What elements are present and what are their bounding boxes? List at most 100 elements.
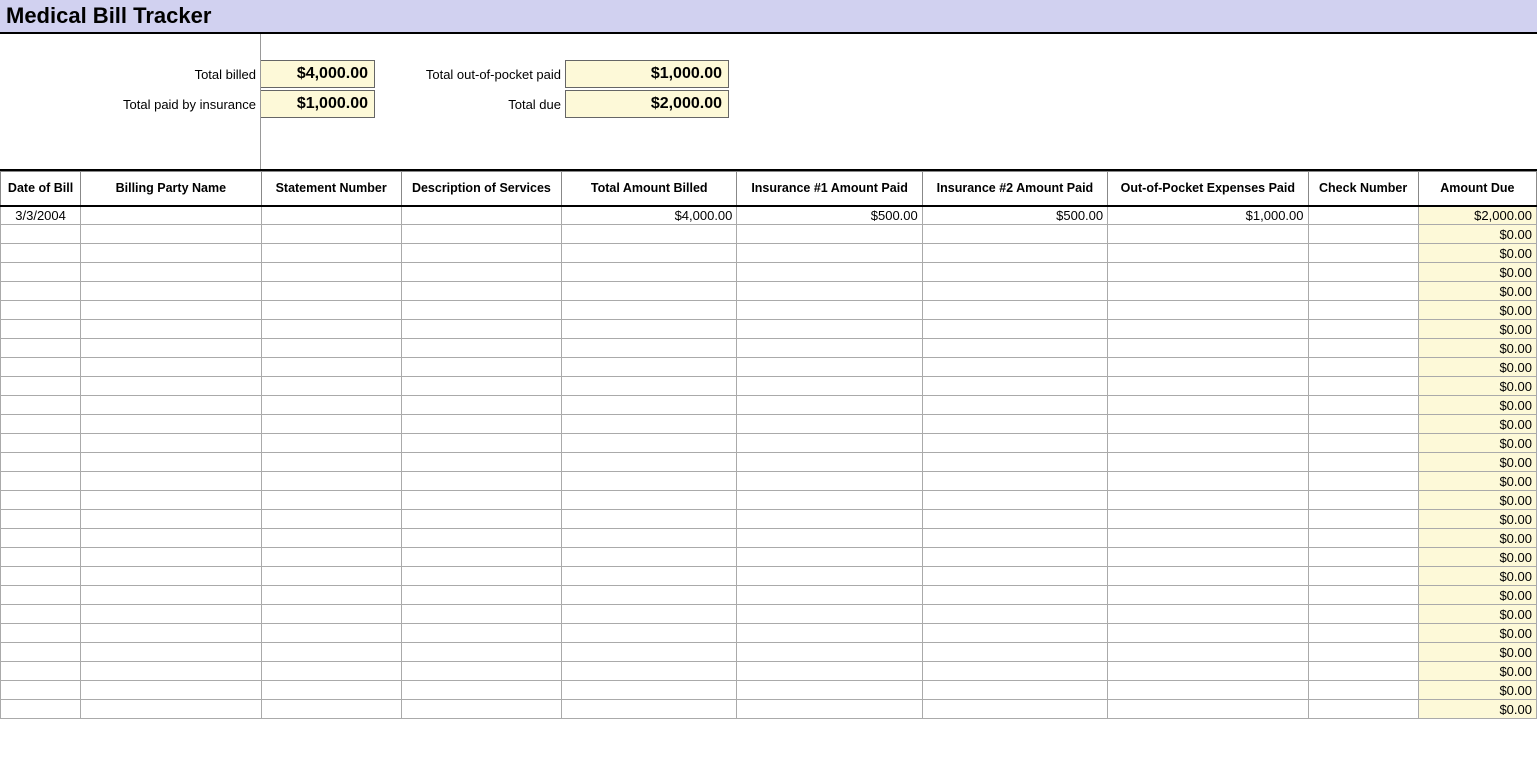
cell-ins2[interactable] (922, 605, 1107, 624)
cell-check[interactable] (1308, 206, 1418, 225)
cell-oop[interactable] (1108, 415, 1308, 434)
cell-billed[interactable] (562, 263, 737, 282)
cell-date[interactable] (1, 567, 81, 586)
cell-date[interactable] (1, 244, 81, 263)
cell-oop[interactable] (1108, 225, 1308, 244)
cell-description[interactable] (401, 225, 561, 244)
cell-description[interactable] (401, 681, 561, 700)
cell-date[interactable] (1, 301, 81, 320)
cell-ins1[interactable] (737, 282, 922, 301)
cell-ins1[interactable] (737, 700, 922, 719)
cell-date[interactable] (1, 472, 81, 491)
cell-due[interactable]: $0.00 (1418, 339, 1536, 358)
cell-oop[interactable] (1108, 643, 1308, 662)
cell-oop[interactable] (1108, 263, 1308, 282)
cell-check[interactable] (1308, 339, 1418, 358)
cell-statement[interactable] (261, 624, 401, 643)
cell-billed[interactable] (562, 358, 737, 377)
cell-check[interactable] (1308, 662, 1418, 681)
cell-party[interactable] (81, 700, 261, 719)
header-check[interactable]: Check Number (1308, 172, 1418, 206)
cell-ins1[interactable] (737, 681, 922, 700)
cell-ins2[interactable] (922, 377, 1107, 396)
cell-due[interactable]: $0.00 (1418, 377, 1536, 396)
cell-statement[interactable] (261, 491, 401, 510)
cell-billed[interactable] (562, 491, 737, 510)
cell-date[interactable] (1, 662, 81, 681)
cell-oop[interactable] (1108, 301, 1308, 320)
cell-party[interactable] (81, 301, 261, 320)
cell-check[interactable] (1308, 377, 1418, 396)
cell-check[interactable] (1308, 529, 1418, 548)
cell-due[interactable]: $0.00 (1418, 624, 1536, 643)
header-statement[interactable]: Statement Number (261, 172, 401, 206)
cell-ins2[interactable] (922, 415, 1107, 434)
header-due[interactable]: Amount Due (1418, 172, 1536, 206)
cell-description[interactable] (401, 491, 561, 510)
cell-ins1[interactable] (737, 301, 922, 320)
cell-check[interactable] (1308, 548, 1418, 567)
cell-due[interactable]: $0.00 (1418, 681, 1536, 700)
cell-ins2[interactable] (922, 529, 1107, 548)
cell-ins1[interactable] (737, 510, 922, 529)
cell-due[interactable]: $0.00 (1418, 491, 1536, 510)
cell-ins2[interactable] (922, 225, 1107, 244)
cell-check[interactable] (1308, 605, 1418, 624)
cell-ins1[interactable] (737, 263, 922, 282)
cell-check[interactable] (1308, 396, 1418, 415)
cell-due[interactable]: $0.00 (1418, 700, 1536, 719)
cell-description[interactable] (401, 339, 561, 358)
cell-description[interactable] (401, 301, 561, 320)
header-oop[interactable]: Out-of-Pocket Expenses Paid (1108, 172, 1308, 206)
cell-statement[interactable] (261, 567, 401, 586)
cell-description[interactable] (401, 244, 561, 263)
cell-ins2[interactable] (922, 358, 1107, 377)
cell-statement[interactable] (261, 358, 401, 377)
cell-check[interactable] (1308, 643, 1418, 662)
cell-party[interactable] (81, 320, 261, 339)
cell-party[interactable] (81, 586, 261, 605)
cell-ins2[interactable] (922, 320, 1107, 339)
cell-party[interactable] (81, 377, 261, 396)
cell-party[interactable] (81, 624, 261, 643)
cell-oop[interactable] (1108, 453, 1308, 472)
cell-description[interactable] (401, 396, 561, 415)
cell-billed[interactable] (562, 548, 737, 567)
cell-billed[interactable] (562, 434, 737, 453)
cell-due[interactable]: $0.00 (1418, 244, 1536, 263)
cell-check[interactable] (1308, 491, 1418, 510)
cell-statement[interactable] (261, 339, 401, 358)
cell-billed[interactable] (562, 453, 737, 472)
cell-description[interactable] (401, 358, 561, 377)
cell-party[interactable] (81, 263, 261, 282)
cell-date[interactable] (1, 415, 81, 434)
cell-ins1[interactable] (737, 339, 922, 358)
cell-description[interactable] (401, 529, 561, 548)
cell-oop[interactable] (1108, 548, 1308, 567)
cell-due[interactable]: $0.00 (1418, 567, 1536, 586)
cell-ins1[interactable] (737, 244, 922, 263)
cell-ins2[interactable] (922, 643, 1107, 662)
cell-description[interactable] (401, 263, 561, 282)
cell-party[interactable] (81, 339, 261, 358)
cell-due[interactable]: $0.00 (1418, 586, 1536, 605)
cell-oop[interactable] (1108, 339, 1308, 358)
cell-statement[interactable] (261, 282, 401, 301)
cell-billed[interactable] (562, 396, 737, 415)
cell-ins1[interactable] (737, 548, 922, 567)
paid-insurance-value[interactable]: $1,000.00 (260, 90, 375, 118)
cell-date[interactable]: 3/3/2004 (1, 206, 81, 225)
cell-oop[interactable] (1108, 700, 1308, 719)
cell-ins1[interactable] (737, 491, 922, 510)
cell-ins2[interactable] (922, 453, 1107, 472)
cell-check[interactable] (1308, 510, 1418, 529)
cell-check[interactable] (1308, 263, 1418, 282)
cell-statement[interactable] (261, 681, 401, 700)
cell-oop[interactable] (1108, 396, 1308, 415)
header-party[interactable]: Billing Party Name (81, 172, 261, 206)
cell-due[interactable]: $0.00 (1418, 605, 1536, 624)
cell-oop[interactable] (1108, 358, 1308, 377)
cell-ins1[interactable] (737, 529, 922, 548)
cell-date[interactable] (1, 491, 81, 510)
cell-statement[interactable] (261, 434, 401, 453)
